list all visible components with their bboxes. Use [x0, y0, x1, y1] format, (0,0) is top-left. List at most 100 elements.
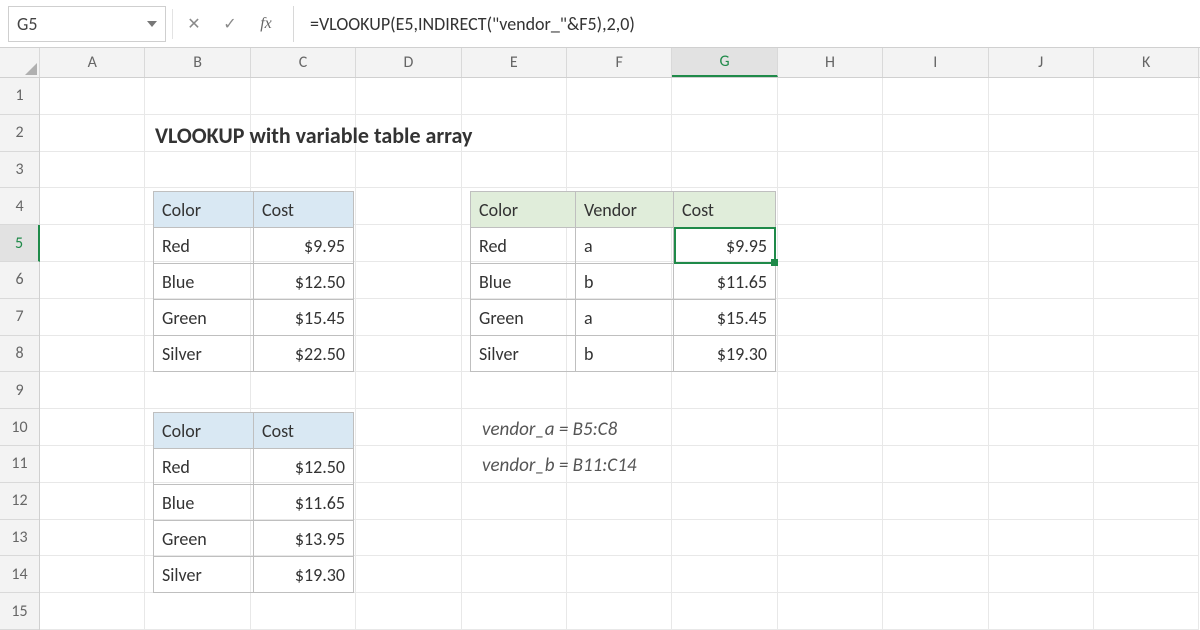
- column-header[interactable]: A: [40, 48, 145, 77]
- cell[interactable]: [989, 188, 1094, 225]
- row-header[interactable]: 10: [0, 409, 39, 446]
- cell[interactable]: [778, 152, 883, 189]
- cell[interactable]: [40, 78, 145, 115]
- cell[interactable]: [40, 372, 145, 409]
- cell[interactable]: [883, 262, 988, 299]
- cell[interactable]: [567, 483, 672, 520]
- cell[interactable]: [778, 556, 883, 593]
- cancel-formula-button[interactable]: ✕: [179, 9, 209, 39]
- cell[interactable]: [883, 593, 988, 630]
- row-header[interactable]: 8: [0, 336, 39, 373]
- column-header[interactable]: E: [462, 48, 567, 77]
- column-header[interactable]: G: [672, 48, 777, 77]
- cell[interactable]: [567, 152, 672, 189]
- row-header[interactable]: 4: [0, 188, 39, 225]
- cell[interactable]: [778, 593, 883, 630]
- cell[interactable]: [989, 409, 1094, 446]
- cell[interactable]: [1094, 520, 1199, 557]
- column-header[interactable]: F: [567, 48, 672, 77]
- cell[interactable]: [1094, 556, 1199, 593]
- cell[interactable]: [778, 372, 883, 409]
- cell[interactable]: [883, 188, 988, 225]
- cell[interactable]: [40, 483, 145, 520]
- row-header[interactable]: 12: [0, 483, 39, 520]
- cell[interactable]: [672, 409, 777, 446]
- column-header[interactable]: D: [356, 48, 461, 77]
- cell[interactable]: [989, 78, 1094, 115]
- column-header[interactable]: C: [251, 48, 356, 77]
- cell[interactable]: [778, 188, 883, 225]
- cell[interactable]: [356, 483, 461, 520]
- cell[interactable]: [989, 372, 1094, 409]
- row-header[interactable]: 1: [0, 78, 39, 115]
- row-header[interactable]: 15: [0, 593, 39, 630]
- cell[interactable]: [989, 336, 1094, 373]
- cell[interactable]: [356, 409, 461, 446]
- cell[interactable]: [356, 520, 461, 557]
- cell[interactable]: [1094, 152, 1199, 189]
- cell[interactable]: [356, 299, 461, 336]
- cell[interactable]: [462, 483, 567, 520]
- cell[interactable]: [989, 115, 1094, 152]
- cell[interactable]: [356, 188, 461, 225]
- column-header[interactable]: J: [989, 48, 1094, 77]
- row-header[interactable]: 3: [0, 152, 39, 189]
- row-header[interactable]: 13: [0, 520, 39, 557]
- cell[interactable]: [989, 299, 1094, 336]
- cell[interactable]: [778, 336, 883, 373]
- row-header[interactable]: 2: [0, 115, 39, 152]
- cell[interactable]: [778, 115, 883, 152]
- cell[interactable]: [1094, 78, 1199, 115]
- cell[interactable]: [1094, 483, 1199, 520]
- cell[interactable]: [1094, 372, 1199, 409]
- cell[interactable]: [989, 556, 1094, 593]
- cells-area[interactable]: VLOOKUP with variable table array Color …: [40, 78, 1200, 630]
- row-header[interactable]: 6: [0, 262, 39, 299]
- cell[interactable]: [251, 593, 356, 630]
- cell[interactable]: [356, 556, 461, 593]
- cell[interactable]: [40, 299, 145, 336]
- cell[interactable]: [672, 446, 777, 483]
- row-header[interactable]: 9: [0, 372, 39, 409]
- cell[interactable]: [40, 225, 145, 262]
- cell[interactable]: [567, 556, 672, 593]
- cell[interactable]: [1094, 446, 1199, 483]
- cell[interactable]: [462, 372, 567, 409]
- cell[interactable]: [883, 520, 988, 557]
- cell[interactable]: [778, 225, 883, 262]
- cell[interactable]: [672, 78, 777, 115]
- cell[interactable]: [883, 225, 988, 262]
- cell[interactable]: [40, 262, 145, 299]
- cell[interactable]: [40, 520, 145, 557]
- cell[interactable]: [356, 78, 461, 115]
- cell[interactable]: [883, 556, 988, 593]
- cell[interactable]: [145, 152, 250, 189]
- cell[interactable]: [989, 152, 1094, 189]
- cell[interactable]: [40, 152, 145, 189]
- cell[interactable]: [778, 299, 883, 336]
- cell[interactable]: [567, 372, 672, 409]
- select-all-corner[interactable]: [0, 48, 40, 77]
- cell[interactable]: [1094, 336, 1199, 373]
- column-header[interactable]: B: [145, 48, 250, 77]
- cell[interactable]: [778, 409, 883, 446]
- cell[interactable]: [883, 152, 988, 189]
- enter-formula-button[interactable]: ✓: [215, 9, 245, 39]
- column-header[interactable]: I: [883, 48, 988, 77]
- cell[interactable]: [672, 152, 777, 189]
- cell[interactable]: [462, 78, 567, 115]
- cell[interactable]: [883, 409, 988, 446]
- cell[interactable]: [40, 446, 145, 483]
- cell[interactable]: [356, 262, 461, 299]
- row-header[interactable]: 14: [0, 556, 39, 593]
- cell[interactable]: [672, 372, 777, 409]
- cell[interactable]: [40, 188, 145, 225]
- cell[interactable]: [251, 372, 356, 409]
- cell[interactable]: [462, 520, 567, 557]
- cell[interactable]: [251, 152, 356, 189]
- cell[interactable]: [1094, 188, 1199, 225]
- cell[interactable]: [40, 556, 145, 593]
- cell[interactable]: [40, 593, 145, 630]
- cell[interactable]: [989, 483, 1094, 520]
- cell[interactable]: [462, 152, 567, 189]
